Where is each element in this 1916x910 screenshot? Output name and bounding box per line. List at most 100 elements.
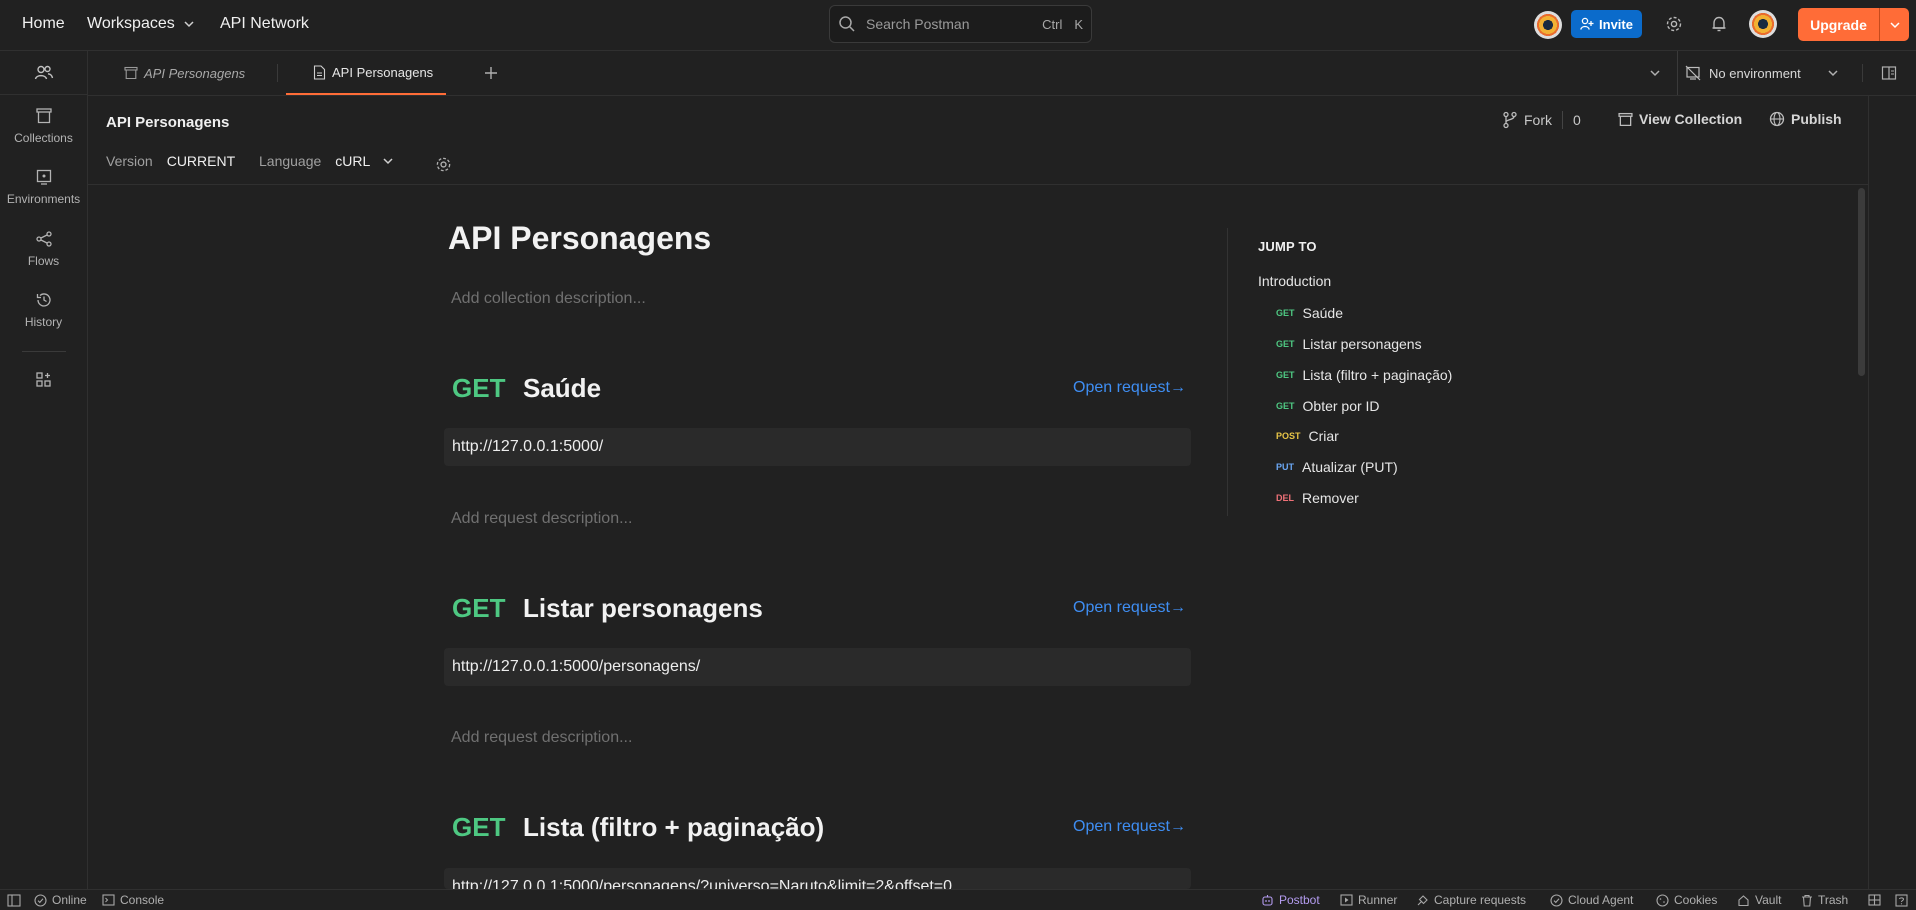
request-section-header: GET Saúde Open request→ <box>452 368 1186 408</box>
cloud-agent-button[interactable]: Cloud Agent <box>1550 890 1633 910</box>
chevron-down-icon[interactable] <box>1880 19 1909 31</box>
jump-to-item[interactable]: GET Listar personagens <box>1276 336 1422 352</box>
jump-to-item[interactable]: GET Lista (filtro + paginação) <box>1276 367 1452 383</box>
vault-icon <box>1737 894 1750 907</box>
request-description-placeholder[interactable]: Add request description... <box>451 510 632 528</box>
sidebar-item-flows[interactable]: Flows <box>0 230 87 282</box>
open-request-link[interactable]: Open request→ <box>1073 599 1186 617</box>
home-label: Home <box>22 15 65 32</box>
two-pane-toggle[interactable] <box>1868 890 1881 910</box>
request-method: GET <box>452 811 506 842</box>
jump-item-name: Obter por ID <box>1302 398 1380 414</box>
sidebar-item-label: History <box>24 315 63 329</box>
trash-icon <box>1801 894 1813 907</box>
jump-item-name: Saúde <box>1302 305 1343 321</box>
home-link[interactable]: Home <box>22 0 65 48</box>
plus-icon <box>484 66 498 80</box>
jump-method: PUT <box>1276 462 1294 472</box>
postbot-icon <box>1261 894 1274 907</box>
online-status[interactable]: Online <box>34 890 87 910</box>
fork-button[interactable]: Fork 0 <box>1502 111 1581 129</box>
help-button[interactable] <box>1895 890 1908 910</box>
jump-to-item[interactable]: POST Criar <box>1276 428 1339 444</box>
trash-label: Trash <box>1818 893 1849 907</box>
runner-button[interactable]: Runner <box>1340 890 1397 910</box>
vault-label: Vault <box>1755 893 1782 907</box>
view-collection-button[interactable]: View Collection <box>1618 111 1742 127</box>
cloud-agent-label: Cloud Agent <box>1568 893 1634 907</box>
jump-to-item[interactable]: DEL Remover <box>1276 490 1359 506</box>
sidebar-item-collections[interactable]: Collections <box>0 107 87 159</box>
tabs-overflow-button[interactable] <box>1645 51 1665 95</box>
request-url: http://127.0.0.1:5000/personagens/ <box>444 648 1191 686</box>
history-icon <box>35 291 53 309</box>
open-request-link[interactable]: Open request→ <box>1073 379 1186 397</box>
capture-icon <box>1416 894 1429 907</box>
cookies-button[interactable]: Cookies <box>1656 890 1717 910</box>
fork-label: Fork <box>1524 112 1552 128</box>
team-members-button[interactable] <box>0 51 87 95</box>
sidebar-item-environments[interactable]: Environments <box>0 168 87 220</box>
request-url: http://127.0.0.1:5000/personagens/?unive… <box>444 868 1191 889</box>
version-selector[interactable]: Version CURRENT <box>106 153 235 169</box>
bell-icon[interactable] <box>1708 13 1730 35</box>
jump-item-name: Listar personagens <box>1302 336 1422 352</box>
tab-label: API Personagens <box>332 64 434 80</box>
tab-preview[interactable]: API Personagens <box>124 51 294 95</box>
request-name: Lista (filtro + paginação) <box>523 811 825 842</box>
environment-selector[interactable]: No environment <box>1679 51 1839 95</box>
sidebar-item-label: Flows <box>27 254 60 268</box>
user-avatar[interactable] <box>1749 10 1777 38</box>
tab-active[interactable]: API Personagens <box>286 51 446 95</box>
jump-to-item[interactable]: GET Saúde <box>1276 305 1343 321</box>
postbot-button[interactable]: Postbot <box>1261 890 1320 910</box>
jump-to-item[interactable]: GET Obter por ID <box>1276 398 1380 414</box>
search-icon <box>838 15 856 33</box>
publish-label: Publish <box>1791 111 1842 127</box>
doc-settings-button[interactable] <box>435 156 452 173</box>
collections-icon <box>35 107 53 125</box>
workspaces-menu[interactable]: Workspaces <box>87 0 195 48</box>
console-icon <box>102 894 115 906</box>
people-icon <box>34 64 54 82</box>
api-network-link[interactable]: API Network <box>220 0 309 48</box>
toggle-sidebar-button[interactable] <box>7 890 21 910</box>
jump-to-introduction[interactable]: Introduction <box>1258 273 1331 289</box>
upgrade-button[interactable]: Upgrade <box>1798 8 1909 41</box>
capture-requests-button[interactable]: Capture requests <box>1416 890 1526 910</box>
vault-button[interactable]: Vault <box>1737 890 1781 910</box>
sidebar-item-history[interactable]: History <box>0 291 87 343</box>
request-description-placeholder[interactable]: Add request description... <box>451 729 632 747</box>
fork-count: 0 <box>1573 112 1581 128</box>
environment-quick-look-button[interactable] <box>1879 51 1899 95</box>
divider <box>1562 111 1563 129</box>
configure-sidebar-button[interactable] <box>0 371 87 395</box>
collection-name: API Personagens <box>106 114 230 131</box>
console-button[interactable]: Console <box>102 890 164 910</box>
check-circle-icon <box>34 893 47 907</box>
language-value: cURL <box>335 153 371 169</box>
settings-icon[interactable] <box>1663 13 1685 35</box>
open-request-link[interactable]: Open request→ <box>1073 818 1186 836</box>
language-selector[interactable]: Language cURL <box>259 153 394 169</box>
check-circle-icon <box>1550 893 1563 907</box>
sidebar-divider <box>22 351 66 352</box>
team-avatar[interactable] <box>1534 11 1562 39</box>
trash-button[interactable]: Trash <box>1801 890 1848 910</box>
request-method: GET <box>452 592 506 623</box>
add-user-icon <box>1580 17 1594 31</box>
sidebar-toggle-icon <box>7 893 21 907</box>
scrollbar-thumb[interactable] <box>1858 188 1865 376</box>
collection-description-placeholder[interactable]: Add collection description... <box>451 290 646 308</box>
request-section-header: GET Listar personagens Open request→ <box>452 588 1186 628</box>
status-bar: Online Console Postbot Runner Capture re… <box>0 889 1916 910</box>
new-tab-button[interactable] <box>481 51 501 95</box>
capture-label: Capture requests <box>1434 893 1527 907</box>
cookies-label: Cookies <box>1674 893 1718 907</box>
invite-button[interactable]: Invite <box>1571 10 1642 38</box>
help-icon <box>1895 893 1908 907</box>
chevron-down-icon <box>1827 67 1839 79</box>
jump-to-item[interactable]: PUT Atualizar (PUT) <box>1276 459 1398 475</box>
publish-button[interactable]: Publish <box>1769 111 1842 127</box>
search-input[interactable]: Search Postman Ctrl K <box>829 5 1092 43</box>
